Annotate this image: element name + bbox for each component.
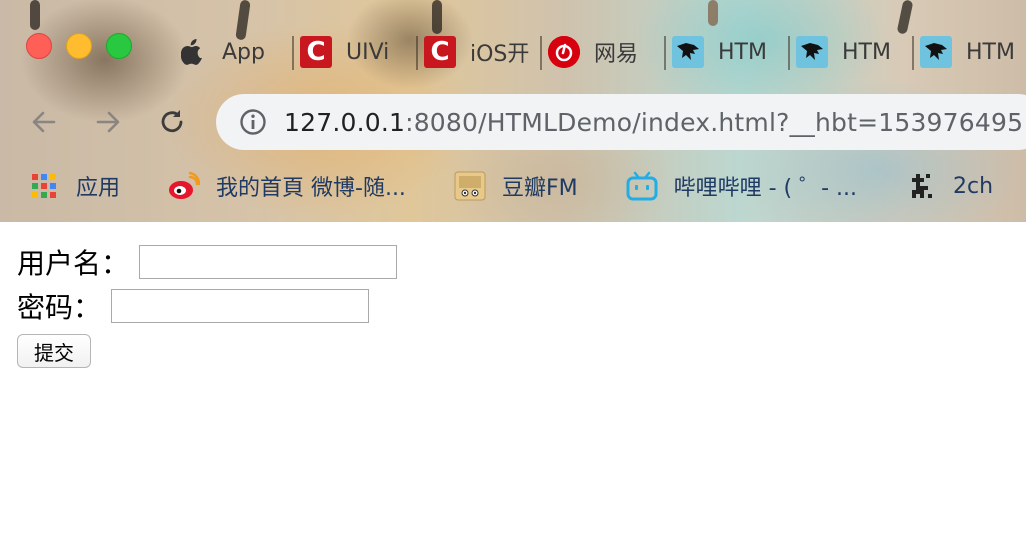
url-path: :8080/HTMLDemo/index.html?__hbt=15397649… [405, 107, 1024, 137]
tab-netease-music[interactable]: 网易 [540, 30, 664, 74]
tab-title: HTM [966, 39, 1015, 65]
bookmark-weibo[interactable]: 我的首頁 微博-随... [168, 170, 406, 202]
bookmarks-bar: 应用 我的首頁 微博-随... 豆瓣FM 哔哩哔哩 - (゜- ... 2ch [28, 164, 1026, 208]
browser-chrome: App C UIVi C iOS开 网易 HTM HTM HTM 127.0.0… [0, 0, 1026, 223]
bookmark-label: 2ch [953, 173, 994, 199]
bookmark-label: 豆瓣FM [501, 176, 578, 201]
apple-icon [176, 36, 208, 68]
bookmark-label: 应用 [76, 176, 121, 201]
bookmark-bilibili[interactable]: 哔哩哔哩 - ( ゜- ... [626, 170, 857, 202]
maximize-window-button[interactable] [106, 33, 132, 59]
password-input[interactable] [111, 289, 370, 323]
pixel-art-icon [905, 170, 937, 202]
tab-csdn-ios[interactable]: C iOS开 [416, 30, 540, 74]
username-label: 用户名： [17, 247, 130, 280]
tab-title: UIVi [346, 39, 390, 65]
wallpaper-streak [432, 0, 442, 34]
forward-button[interactable] [86, 100, 130, 144]
url-host: 127.0.0.1 [284, 107, 406, 137]
apps-grid-icon [28, 170, 60, 202]
tab-title: iOS开 [470, 42, 530, 67]
password-label: 密码： [17, 291, 102, 324]
arrow-right-icon [96, 111, 120, 133]
csdn-icon: C [424, 36, 456, 68]
wallpaper-streak [708, 0, 718, 26]
address-bar[interactable]: 127.0.0.1:8080/HTMLDemo/index.html?__hbt… [216, 94, 1026, 150]
back-button[interactable] [22, 100, 66, 144]
tab-title: App [222, 39, 265, 65]
douban-fm-icon [454, 170, 486, 202]
close-window-button[interactable] [26, 33, 52, 59]
tab-apple[interactable]: App [168, 30, 292, 74]
eagle-icon [672, 36, 704, 68]
info-icon[interactable] [236, 105, 270, 139]
bookmark-label: 哔哩哔哩 - ( ゜- ... [673, 176, 857, 201]
bookmark-apps[interactable]: 应用 [28, 170, 120, 202]
weibo-icon [168, 170, 201, 202]
tab-strip: App C UIVi C iOS开 网易 HTM HTM HTM [168, 30, 1026, 74]
tab-html-3[interactable]: HTM [912, 30, 1026, 74]
csdn-icon: C [300, 36, 332, 68]
tab-html-1[interactable]: HTM [664, 30, 788, 74]
bookmark-douban-fm[interactable]: 豆瓣FM [454, 170, 578, 202]
netease-music-icon [548, 36, 580, 68]
tab-title: HTM [842, 39, 891, 65]
bilibili-icon [626, 170, 658, 202]
eagle-icon [796, 36, 828, 68]
password-row: 密码： [17, 286, 370, 326]
tab-html-2[interactable]: HTM [788, 30, 912, 74]
bookmark-2ch[interactable]: 2ch [905, 170, 993, 202]
page-content: 用户名： 密码： 提交 [0, 222, 1026, 554]
tab-title: HTM [718, 39, 767, 65]
minimize-window-button[interactable] [66, 33, 92, 59]
arrow-left-icon [32, 111, 56, 133]
bookmark-label: 我的首頁 微博-随... [216, 176, 406, 201]
tab-csdn-uiview[interactable]: C UIVi [292, 30, 416, 74]
wallpaper-streak [30, 0, 40, 30]
url-text: 127.0.0.1:8080/HTMLDemo/index.html?__hbt… [284, 108, 1023, 137]
reload-icon [161, 110, 183, 133]
eagle-icon [920, 36, 952, 68]
reload-button[interactable] [150, 100, 194, 144]
username-row: 用户名： [17, 242, 398, 282]
username-input[interactable] [139, 245, 398, 279]
tab-title: 网易 [594, 42, 639, 67]
submit-button[interactable]: 提交 [17, 334, 91, 368]
